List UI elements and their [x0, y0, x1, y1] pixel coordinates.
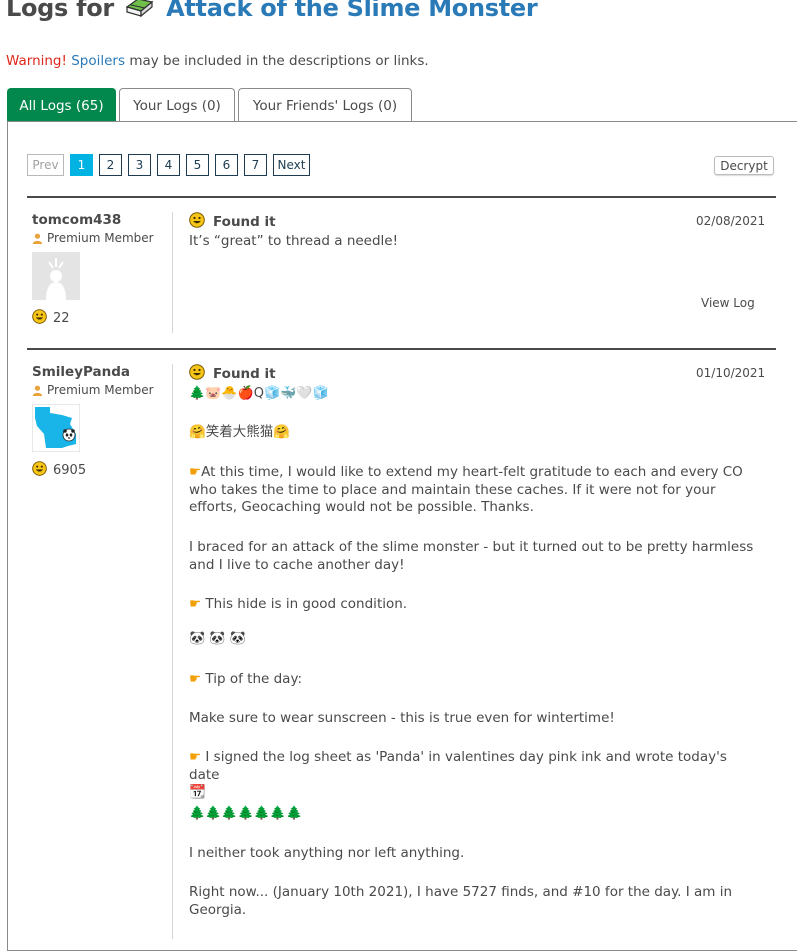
log-paragraph: ☛ Tip of the day: [189, 671, 302, 687]
page-button[interactable]: 6 [215, 154, 238, 176]
log-paragraph: ☛At this time, I would like to extend my… [189, 464, 743, 515]
log-date: 01/10/2021 [696, 366, 766, 380]
avatar[interactable] [32, 252, 80, 300]
pointing-hand-icon: ☛ [189, 749, 202, 765]
avatar[interactable] [31, 403, 81, 453]
member-type: Premium Member [32, 383, 154, 397]
member-type: Premium Member [32, 231, 154, 245]
log-text: It’s “great” to thread a needle! [189, 233, 399, 249]
column-divider [172, 364, 173, 939]
spoiler-warning: Warning! Spoilers may be included in the… [6, 53, 429, 69]
finds-count: 6905 [32, 461, 86, 480]
log-paragraph: ☛ I signed the log sheet as 'Panda' in v… [189, 749, 727, 800]
pointing-hand-icon: ☛ [189, 464, 202, 480]
found-it-icon [189, 364, 205, 384]
page-button[interactable]: 7 [244, 154, 267, 176]
tab-your-logs[interactable]: Your Logs (0) [119, 88, 235, 122]
decrypt-button[interactable]: Decrypt [714, 156, 774, 175]
page-button[interactable]: 5 [186, 154, 209, 176]
log-tabs: All Logs (65) Your Logs (0) Your Friends… [7, 88, 415, 122]
spoilers-link[interactable]: Spoilers [71, 53, 125, 69]
page-button[interactable]: 3 [128, 154, 151, 176]
log-paragraph: ☛ This hide is in good condition. [189, 596, 408, 612]
pagination: Prev 1 2 3 4 5 6 7 Next [27, 154, 316, 176]
page-button[interactable]: 2 [99, 154, 122, 176]
log-username[interactable]: tomcom438 [32, 212, 121, 228]
log-paragraph: I braced for an attack of the slime mons… [189, 539, 754, 573]
calendar-icon: 📆 [189, 784, 206, 800]
tree-emojis: 🌲🌲🌲🌲🌲🌲🌲 [189, 806, 303, 821]
tab-friends-logs[interactable]: Your Friends' Logs (0) [238, 88, 412, 122]
emoji-line: 🌲🐷🐣🍎Q🧊🐳🤍🧊 [189, 386, 329, 401]
cache-name-link[interactable]: Attack of the Slime Monster [166, 0, 538, 22]
log-paragraph: Right now... (January 10th 2021), I have… [189, 884, 733, 918]
next-page-button[interactable]: Next [273, 154, 310, 176]
finds-count: 22 [32, 309, 70, 328]
premium-member-icon [32, 385, 43, 396]
found-it-icon [189, 212, 205, 232]
column-divider [172, 212, 173, 333]
tab-all-logs[interactable]: All Logs (65) [7, 88, 116, 122]
log-divider [27, 348, 776, 350]
page-button[interactable]: 4 [157, 154, 180, 176]
pointing-hand-icon: ☛ [189, 671, 202, 687]
log-date: 02/08/2021 [696, 214, 766, 228]
log-paragraph: I neither took anything nor left anythin… [189, 845, 465, 861]
found-smiley-icon [32, 309, 47, 328]
view-log-link[interactable]: View Log [701, 296, 755, 310]
page-button[interactable]: 1 [70, 154, 93, 176]
log-divider [27, 196, 776, 198]
premium-member-icon [32, 233, 43, 244]
log-paragraph: Make sure to wear sunscreen - this is tr… [189, 710, 615, 726]
warning-label: Warning! [6, 53, 67, 69]
panda-emojis: 🐼 🐼 🐼 [189, 631, 246, 646]
emoji-line: 🤗笑着大熊猫🤗 [189, 424, 291, 440]
warning-text: may be included in the descriptions or l… [129, 53, 429, 69]
prev-page-button[interactable]: Prev [27, 154, 64, 176]
pointing-hand-icon: ☛ [189, 596, 202, 612]
traditional-cache-icon [124, 0, 154, 24]
log-type: Found it [189, 212, 276, 232]
page-title: Logs for Attack of the Slime Monster [6, 0, 538, 24]
log-username[interactable]: SmileyPanda [32, 364, 130, 380]
log-type: Found it [189, 364, 276, 384]
title-prefix: Logs for [6, 0, 114, 22]
found-smiley-icon [32, 461, 47, 480]
